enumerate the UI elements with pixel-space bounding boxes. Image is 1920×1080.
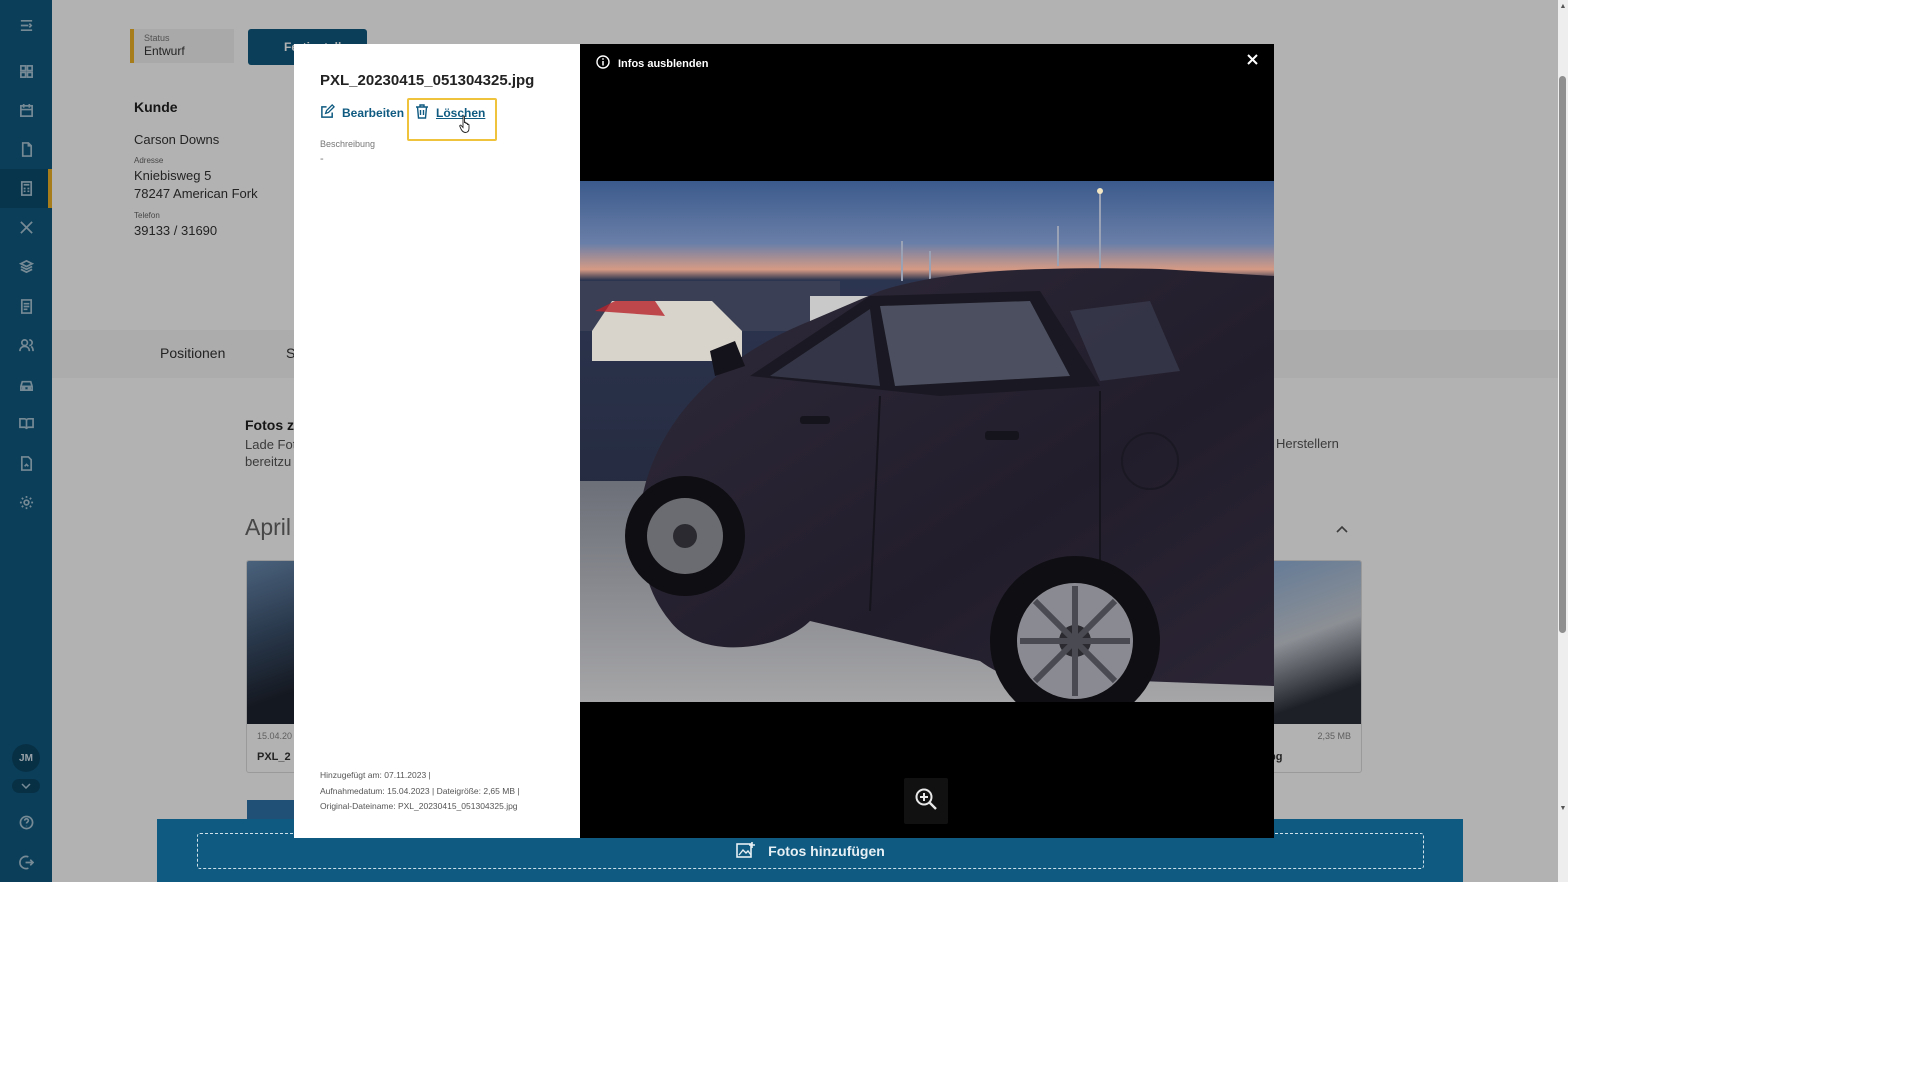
edit-icon [320,104,335,122]
hide-info-button[interactable]: Infos ausblenden [596,55,708,72]
capture-date-size: Aufnahmedatum: 15.04.2023 | Dateigröße: … [320,785,520,796]
edit-label: Bearbeiten [342,106,405,120]
hide-info-label: Infos ausblenden [618,57,709,70]
photo-viewer: Infos ausblenden [580,44,1274,838]
add-image-icon [736,841,756,862]
scroll-up-icon[interactable]: ▲ [1558,2,1568,12]
file-metadata: Hinzugefügt am: 07.11.2023 | Aufnahmedat… [320,768,570,815]
file-name-title: PXL_20230415_051304325.jpg [320,72,535,89]
delete-button[interactable]: Löschen [415,104,485,122]
added-date: Hinzugefügt am: 07.11.2023 | [320,770,431,780]
scroll-down-icon[interactable]: ▼ [1558,804,1568,814]
scrollbar-thumb[interactable] [1559,76,1566,633]
info-icon [596,55,610,72]
zoom-in-icon [914,787,938,816]
close-button[interactable] [1244,53,1260,69]
close-icon [1246,52,1258,70]
edit-button[interactable]: Bearbeiten [320,104,404,122]
photo-detail-modal: PXL_20230415_051304325.jpg Bearbeiten Lö… [294,44,1274,838]
pointer-cursor-icon [459,115,473,138]
description-label: Beschreibung [320,139,376,149]
photo-image [580,181,1274,702]
add-photos-label: Fotos hinzufügen [768,843,885,859]
description-value: - [320,153,324,165]
trash-icon [415,104,429,122]
original-filename: Original-Dateiname: PXL_20230415_0513043… [320,801,518,811]
add-photos-button[interactable]: Fotos hinzufügen [197,833,1424,869]
zoom-button[interactable] [904,778,948,824]
photo-info-panel: PXL_20230415_051304325.jpg Bearbeiten Lö… [294,44,580,838]
